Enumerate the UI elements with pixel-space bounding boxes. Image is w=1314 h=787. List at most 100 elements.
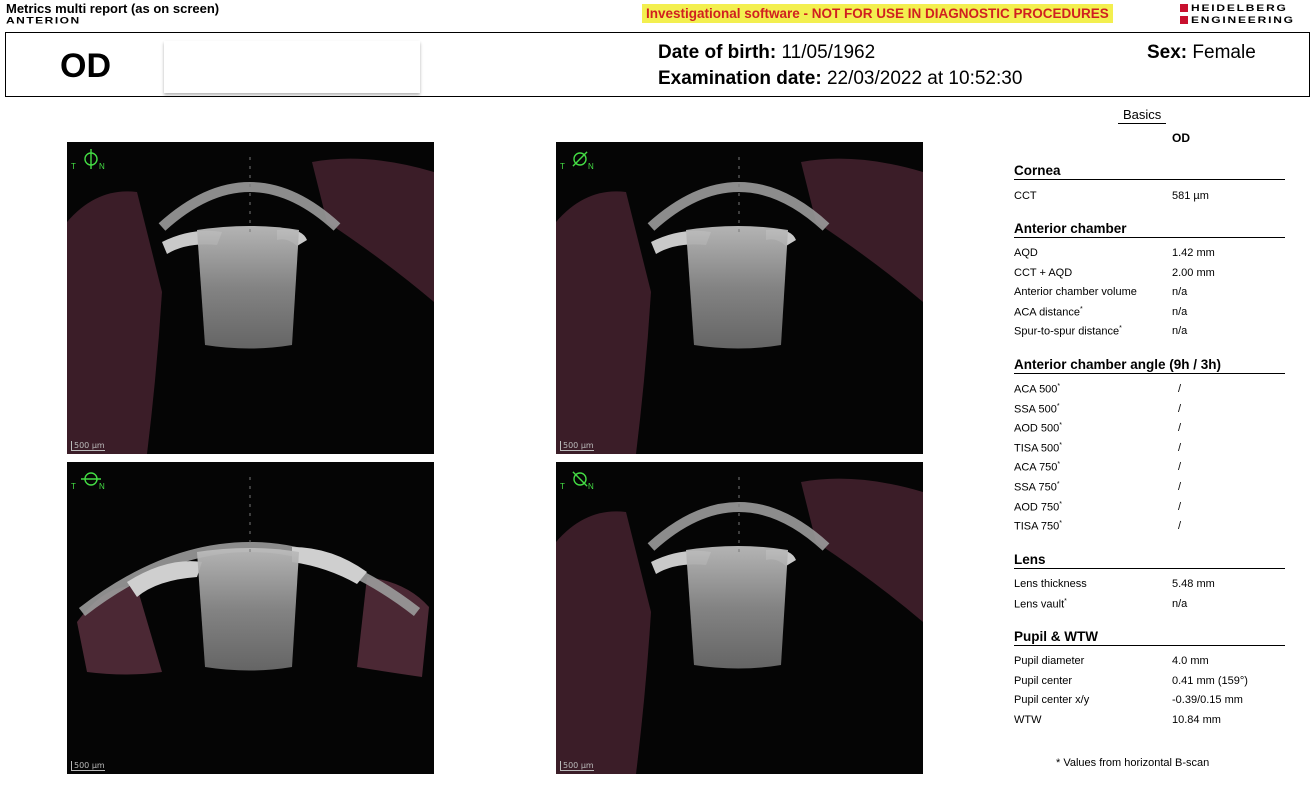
- section-cornea: Cornea: [1014, 163, 1285, 180]
- metric-row: SSA 750* /: [1014, 481, 1285, 497]
- metric-label: Pupil center: [1014, 674, 1073, 687]
- metric-row: AOD 750* /: [1014, 501, 1285, 517]
- logo-square-icon: [1180, 16, 1188, 24]
- temporal-label: T: [560, 162, 565, 171]
- metric-row: ACA distance* n/a: [1014, 306, 1285, 322]
- oct-scan-4[interactable]: T N 500 µm: [556, 462, 923, 774]
- report-title: Metrics multi report (as on screen): [6, 1, 220, 16]
- metric-label: Pupil diameter: [1014, 655, 1085, 667]
- metric-value: 10.84 mm: [1172, 713, 1221, 726]
- metric-row: Anterior chamber volume n/a: [1014, 286, 1285, 302]
- metric-row: ACA 500* /: [1014, 383, 1285, 399]
- metric-row: AQD 1.42 mm: [1014, 247, 1285, 263]
- asterisk-mark: *: [1080, 305, 1083, 313]
- metric-row: AOD 500* /: [1014, 422, 1285, 438]
- section-pupil-wtw: Pupil & WTW: [1014, 629, 1285, 646]
- orientation-indicator: TN: [71, 466, 111, 494]
- section-anterior-chamber: Anterior chamber: [1014, 221, 1285, 238]
- eye-label: OD: [60, 47, 111, 85]
- metric-value: n/a: [1172, 597, 1188, 610]
- metric-value: /: [1178, 402, 1182, 415]
- oct-scan-2[interactable]: T N 500 µm: [556, 142, 923, 454]
- metric-row: Pupil center 0.41 mm (159°): [1014, 675, 1285, 691]
- section-lens: Lens: [1014, 552, 1285, 569]
- section-angle: Anterior chamber angle (9h / 3h): [1014, 357, 1285, 374]
- metric-row: Pupil center x/y -0.39/0.15 mm: [1014, 694, 1285, 710]
- nasal-label: N: [99, 162, 105, 171]
- patient-name-field: [164, 41, 420, 93]
- metric-row: TISA 750* /: [1014, 520, 1285, 536]
- scale-bar: 500 µm: [71, 761, 105, 771]
- metric-row: TISA 500* /: [1014, 442, 1285, 458]
- metric-row: CCT 581 µm: [1014, 190, 1285, 206]
- metric-label: SSA 500*: [1014, 402, 1060, 416]
- metric-row: Lens thickness 5.48 mm: [1014, 578, 1285, 594]
- orientation-circle-icon: [84, 149, 98, 169]
- metric-label: CCT + AQD: [1014, 266, 1073, 279]
- orientation-circle-icon: [81, 472, 101, 486]
- sex: Sex: Female: [1147, 42, 1256, 63]
- metric-label: SSA 750*: [1014, 481, 1060, 494]
- app-name: ANTERION: [6, 15, 81, 26]
- metric-label: Lens vault*: [1014, 597, 1067, 611]
- orientation-indicator: TN: [71, 146, 111, 174]
- metric-row: ACA 750* /: [1014, 461, 1285, 477]
- asterisk-mark: *: [1119, 325, 1122, 333]
- metric-value: 5.48 mm: [1172, 578, 1215, 590]
- metric-value: /: [1178, 441, 1182, 454]
- metric-label: ACA distance*: [1014, 305, 1083, 319]
- logo-square-icon: [1180, 4, 1188, 12]
- metric-label: WTW: [1014, 713, 1042, 726]
- metric-row: Pupil diameter 4.0 mm: [1014, 655, 1285, 671]
- metric-value: /: [1178, 461, 1182, 474]
- asterisk-mark: *: [1056, 481, 1060, 488]
- footnote: * Values from horizontal B-scan: [1056, 757, 1210, 769]
- asterisk-mark: *: [1057, 383, 1061, 390]
- metric-value: 4.0 mm: [1172, 655, 1209, 667]
- metric-value: /: [1178, 500, 1182, 513]
- metric-label: AQD: [1014, 247, 1038, 259]
- metric-value: -0.39/0.15 mm: [1172, 694, 1243, 707]
- metric-label: TISA 500*: [1014, 441, 1062, 455]
- heidelberg-logo: HEIDELBERG ENGINEERING: [1180, 2, 1310, 28]
- temporal-label: T: [71, 162, 76, 171]
- asterisk-mark: *: [1057, 461, 1061, 469]
- nasal-label: N: [588, 162, 594, 171]
- metric-value: n/a: [1172, 286, 1188, 299]
- patient-info-box: OD Date of birth: 11/05/1962 Examination…: [5, 32, 1310, 97]
- asterisk-mark: *: [1059, 422, 1062, 430]
- asterisk-mark: *: [1064, 597, 1067, 605]
- temporal-label: T: [71, 482, 76, 491]
- metric-value: /: [1178, 520, 1182, 533]
- metric-label: ACA 750*: [1014, 461, 1061, 475]
- top-bar: Metrics multi report (as on screen) ANTE…: [0, 0, 1314, 32]
- scale-bar: 500 µm: [71, 441, 105, 451]
- temporal-label: T: [560, 482, 565, 491]
- metric-label: TISA 750*: [1014, 520, 1062, 533]
- orientation-circle-icon: [572, 151, 588, 167]
- metric-label: AOD 750*: [1014, 500, 1062, 514]
- scale-bar: 500 µm: [560, 761, 594, 771]
- metric-value: 1.42 mm: [1172, 247, 1215, 259]
- metric-value: n/a: [1172, 325, 1188, 338]
- tab-basics[interactable]: Basics: [1118, 107, 1167, 124]
- oct-scan-1[interactable]: T N 500 µm: [67, 142, 434, 454]
- orientation-indicator: TN: [560, 146, 600, 174]
- metric-value: /: [1178, 383, 1182, 395]
- metric-label: ACA 500*: [1014, 383, 1061, 396]
- metric-row: SSA 500* /: [1014, 403, 1285, 419]
- metric-label: Lens thickness: [1014, 578, 1087, 590]
- asterisk-mark: *: [1059, 441, 1062, 449]
- metric-value: /: [1178, 422, 1182, 435]
- metric-label: Anterior chamber volume: [1014, 286, 1137, 299]
- oct-scan-3[interactable]: T N 500 µm: [67, 462, 434, 774]
- metric-label: CCT: [1014, 190, 1037, 202]
- asterisk-mark: *: [1059, 520, 1062, 528]
- asterisk-mark: *: [1059, 500, 1062, 508]
- metric-value: 2.00 mm: [1172, 266, 1215, 279]
- investigational-warning: Investigational software - NOT FOR USE I…: [642, 4, 1113, 23]
- metric-label: Spur-to-spur distance*: [1014, 325, 1122, 339]
- metric-value: 581 µm: [1172, 190, 1209, 202]
- metric-row: Lens vault* n/a: [1014, 598, 1285, 614]
- date-of-birth: Date of birth: 11/05/1962: [658, 42, 876, 63]
